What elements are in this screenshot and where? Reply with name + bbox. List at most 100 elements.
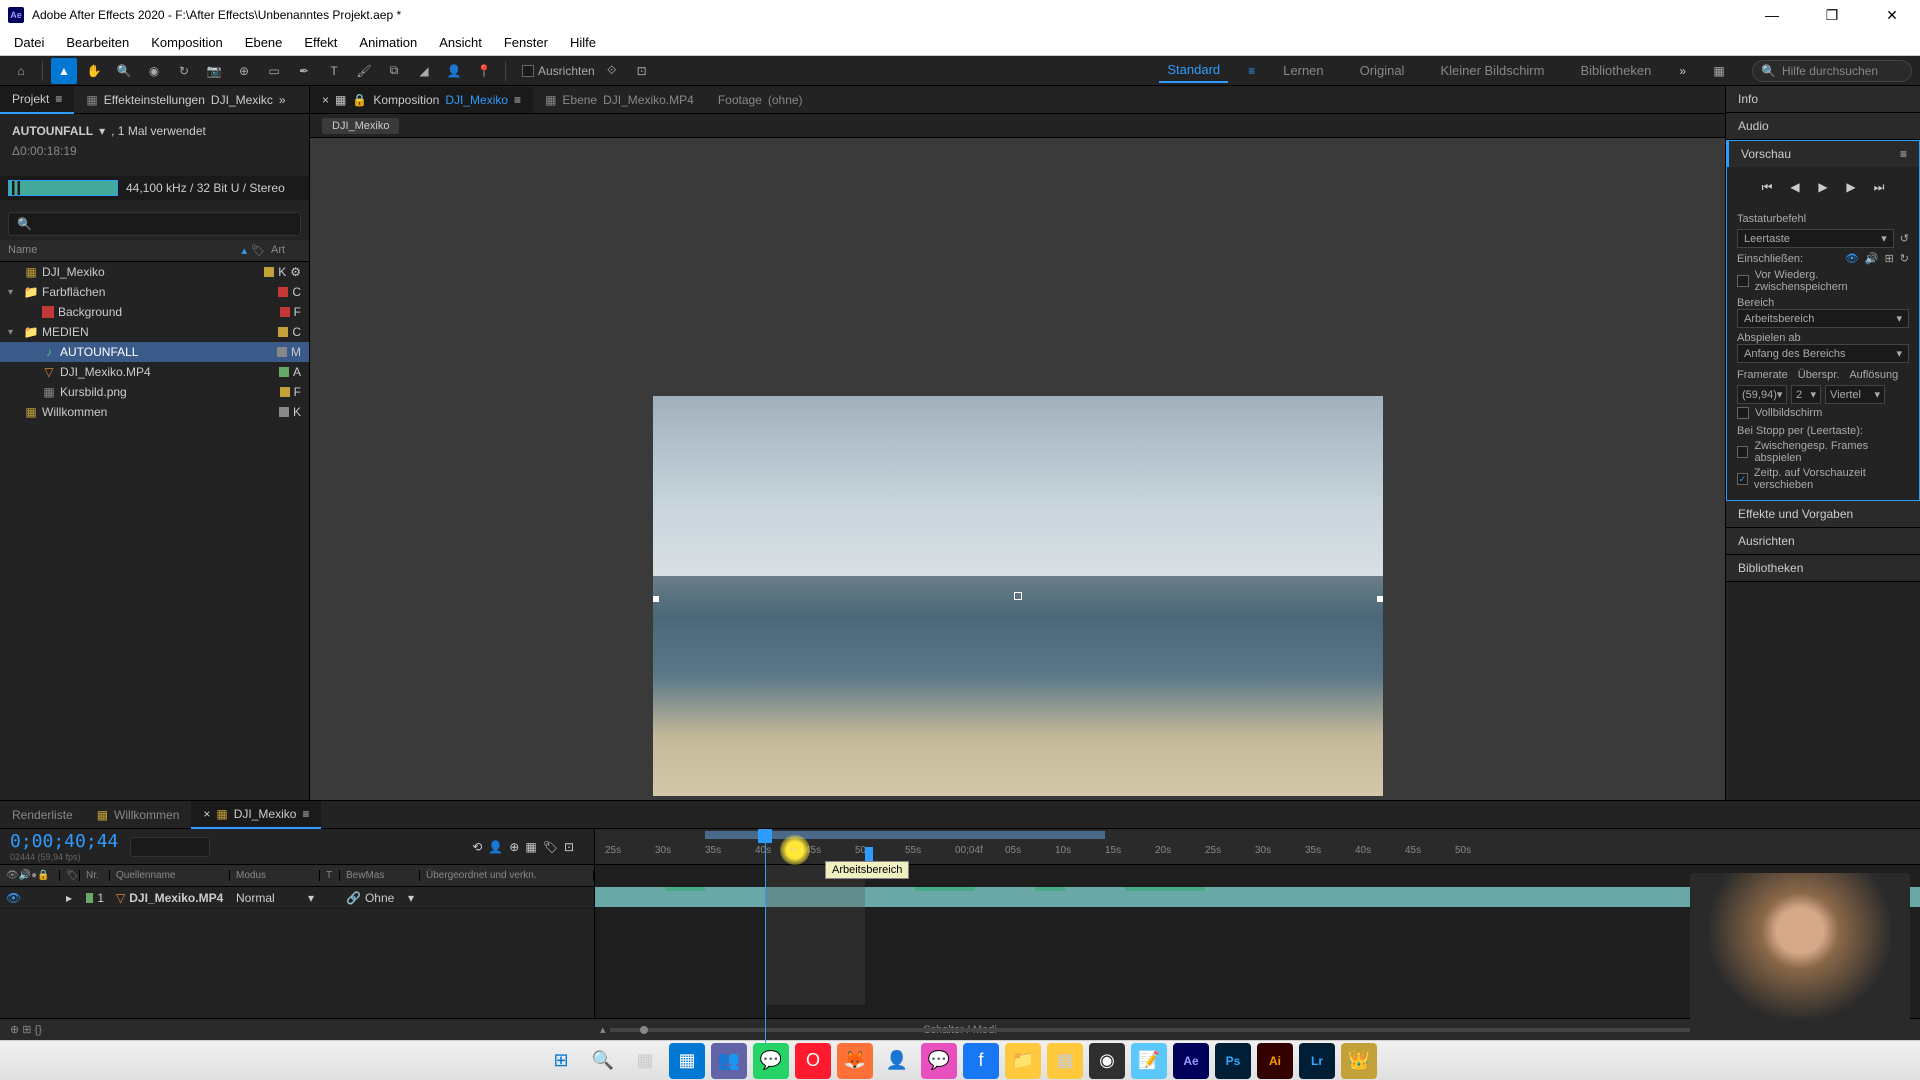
libraries-panel-header[interactable]: Bibliotheken (1726, 555, 1920, 581)
notepad-icon[interactable]: 📝 (1131, 1043, 1167, 1079)
tl-footer-icons[interactable]: ⊕ ⊞ {} (10, 1023, 42, 1036)
last-frame-button[interactable]: ⏭ (1869, 177, 1889, 197)
footage-tab[interactable]: Footage (ohne) (706, 87, 815, 113)
work-area-end[interactable] (865, 847, 873, 861)
dropdown-icon[interactable]: ▾ (99, 124, 105, 138)
puppet-tool[interactable]: 📍 (471, 58, 497, 84)
ai-taskbar-icon[interactable]: Ai (1257, 1043, 1293, 1079)
minimize-button[interactable]: — (1752, 0, 1792, 30)
tl-icon[interactable]: ⊡ (564, 840, 574, 854)
ps-taskbar-icon[interactable]: Ps (1215, 1043, 1251, 1079)
range-select[interactable]: Arbeitsbereich▾ (1737, 309, 1909, 328)
pan-behind-tool[interactable]: ⊕ (231, 58, 257, 84)
menu-ansicht[interactable]: Ansicht (429, 33, 492, 52)
fullscreen-check[interactable]: Vollbildschirm (1737, 407, 1909, 419)
widgets-button[interactable]: ▦ (669, 1043, 705, 1079)
tree-item[interactable]: ▾📁 Farbflächen C (0, 282, 309, 302)
task-view-button[interactable]: ▦ (627, 1043, 663, 1079)
ae-taskbar-icon[interactable]: Ae (1173, 1043, 1209, 1079)
zoom-out-icon[interactable]: ▴ (600, 1023, 606, 1036)
project-search[interactable]: 🔍 (8, 212, 301, 236)
effect-controls-tab[interactable]: ▦ Effekteinstellungen DJI_Mexikc » (74, 87, 297, 113)
align-check[interactable]: Ausrichten (522, 64, 595, 78)
timeline-search[interactable] (130, 837, 210, 857)
timeline-layer[interactable]: 👁 ▸ 1 ▽DJI_Mexiko.MP4 Normal▾ 🔗Ohne▾ (0, 887, 594, 909)
hand-tool[interactable]: ✋ (81, 58, 107, 84)
camera-tool[interactable]: 📷 (201, 58, 227, 84)
brush-tool[interactable]: 🖌 (351, 58, 377, 84)
renderlist-tab[interactable]: Renderliste (0, 802, 85, 828)
tree-item[interactable]: ▦ DJI_Mexiko K⚙ (0, 262, 309, 282)
move-time-check[interactable]: Zeitp. auf Vorschauzeit verschieben (1737, 467, 1909, 491)
app-icon[interactable]: 👑 (1341, 1043, 1377, 1079)
playhead[interactable] (758, 829, 772, 843)
first-frame-button[interactable]: ⏮ (1757, 177, 1777, 197)
obs-icon[interactable]: ◉ (1089, 1043, 1125, 1079)
close-button[interactable]: ✕ (1872, 0, 1912, 30)
zoom-tool[interactable]: 🔍 (111, 58, 137, 84)
tree-item[interactable]: ▽ DJI_Mexiko.MP4 A (0, 362, 309, 382)
overlay-icon[interactable]: ⊞ (1885, 252, 1894, 265)
eraser-tool[interactable]: ◢ (411, 58, 437, 84)
whatsapp-icon[interactable]: 💬 (753, 1043, 789, 1079)
tl-icon[interactable]: ⟲ (472, 840, 482, 854)
search-button[interactable]: 🔍 (585, 1043, 621, 1079)
res-select[interactable]: Viertel▾ (1825, 385, 1885, 404)
prev-frame-button[interactable]: ◀ (1785, 177, 1805, 197)
workspace-menu-icon[interactable]: ≡ (1248, 64, 1255, 78)
preview-panel-header[interactable]: Vorschau≡ (1727, 141, 1919, 167)
breadcrumb-item[interactable]: DJI_Mexiko (322, 118, 399, 134)
playfrom-select[interactable]: Anfang des Bereichs▾ (1737, 344, 1909, 363)
workspace-standard[interactable]: Standard (1159, 58, 1228, 83)
facebook-icon[interactable]: f (963, 1043, 999, 1079)
highlight-marker[interactable]: ↔ (780, 835, 810, 865)
anchor-point-icon[interactable] (1014, 592, 1022, 600)
info-panel-header[interactable]: Info (1726, 86, 1920, 112)
workspace-original[interactable]: Original (1352, 59, 1413, 82)
skip-input[interactable]: 2▾ (1791, 385, 1821, 404)
tree-item[interactable]: ▦ Kursbild.png F (0, 382, 309, 402)
loop-icon[interactable]: ↻ (1900, 252, 1909, 265)
comp-tab[interactable]: ×▦🔒 Komposition DJI_Mexiko ≡ (310, 87, 533, 113)
lr-taskbar-icon[interactable]: Lr (1299, 1043, 1335, 1079)
tree-item[interactable]: Background F (0, 302, 309, 322)
workspace-bibliotheken[interactable]: Bibliotheken (1572, 59, 1659, 82)
handle-right[interactable] (1377, 596, 1383, 602)
tree-item[interactable]: ▾📁 MEDIEN C (0, 322, 309, 342)
video-icon[interactable]: 👁 (1845, 252, 1859, 265)
roto-tool[interactable]: 👤 (441, 58, 467, 84)
selection-tool[interactable]: ▲ (51, 58, 77, 84)
rotate-tool[interactable]: ↻ (171, 58, 197, 84)
menu-hilfe[interactable]: Hilfe (560, 33, 606, 52)
menu-animation[interactable]: Animation (349, 33, 427, 52)
next-frame-button[interactable]: ▶ (1841, 177, 1861, 197)
tl-icon[interactable]: ⊕ (509, 840, 519, 854)
orbit-tool[interactable]: ◉ (141, 58, 167, 84)
play-button[interactable]: ▶ (1813, 177, 1833, 197)
text-tool[interactable]: T (321, 58, 347, 84)
menu-fenster[interactable]: Fenster (494, 33, 558, 52)
opera-icon[interactable]: O (795, 1043, 831, 1079)
project-tab[interactable]: Projekt ≡ (0, 86, 74, 114)
tl-icon[interactable]: 🏷 (543, 840, 558, 854)
audio-panel-header[interactable]: Audio (1726, 113, 1920, 139)
clone-tool[interactable]: ⧉ (381, 58, 407, 84)
handle-left[interactable] (653, 596, 659, 602)
start-button[interactable]: ⊞ (543, 1043, 579, 1079)
snap-icon[interactable]: ⟐ (599, 58, 625, 84)
timeline-timecode[interactable]: 0;00;40;44 (10, 831, 118, 852)
timeline-comp-tab[interactable]: ×▦DJI_Mexiko≡ (191, 801, 321, 829)
cached-frames-check[interactable]: Zwischengesp. Frames abspielen (1737, 440, 1909, 464)
layer-tab[interactable]: ▦Ebene DJI_Mexiko.MP4 (533, 87, 706, 113)
audio-icon[interactable]: 🔊 (1865, 252, 1879, 265)
menu-ebene[interactable]: Ebene (235, 33, 293, 52)
menu-effekt[interactable]: Effekt (294, 33, 347, 52)
effects-panel-header[interactable]: Effekte und Vorgaben (1726, 501, 1920, 527)
tl-icon[interactable]: 👤 (488, 840, 503, 854)
tree-item-selected[interactable]: ♪ AUTOUNFALL M (0, 342, 309, 362)
help-search[interactable]: 🔍 Hilfe durchsuchen (1752, 60, 1912, 82)
app-icon[interactable]: 👤 (879, 1043, 915, 1079)
workspace-lernen[interactable]: Lernen (1275, 59, 1331, 82)
maximize-button[interactable]: ❐ (1812, 0, 1852, 30)
workspace-overflow-icon[interactable]: » (1679, 64, 1686, 78)
